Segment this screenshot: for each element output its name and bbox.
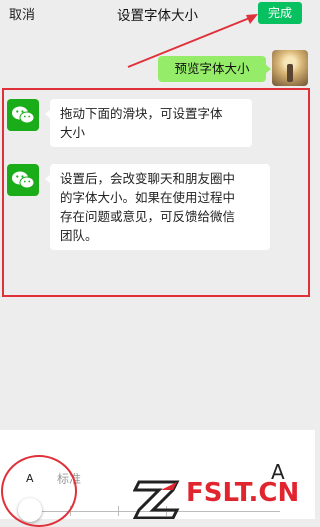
message-line: 设置后，会改变聊天和朋友圈中 [60, 171, 236, 186]
system-message-1: 拖动下面的滑块，可设置字体 大小 [45, 99, 252, 147]
slider-tick [70, 506, 71, 516]
font-size-slider-track[interactable] [30, 511, 280, 512]
small-font-label: A [26, 472, 34, 485]
top-bar: 取消 设置字体大小 完成 [0, 0, 315, 26]
message-line: 拖动下面的滑块，可设置字体 [60, 106, 223, 121]
font-size-slider-knob[interactable] [18, 498, 42, 522]
slider-tick [118, 506, 119, 516]
wechat-icon [7, 99, 39, 131]
standard-font-label: 标准 [57, 472, 82, 486]
done-button[interactable]: 完成 [258, 2, 302, 24]
slider-tick [166, 506, 167, 516]
message-line: 存在问题或意见，可反馈给微信 [60, 209, 236, 224]
message-line: 大小 [60, 125, 86, 140]
watermark-text: FSLT.CN [186, 478, 300, 508]
preview-message-bubble: 预览字体大小 [158, 56, 271, 82]
system-message-2: 设置后，会改变聊天和朋友圈中 的字体大小。如果在使用过程中 存在问题或意见，可反… [45, 164, 270, 250]
message-line: 的字体大小。如果在使用过程中 [60, 190, 236, 205]
avatar [272, 50, 308, 86]
message-line: 团队。 [60, 228, 98, 243]
wechat-icon [7, 164, 39, 196]
